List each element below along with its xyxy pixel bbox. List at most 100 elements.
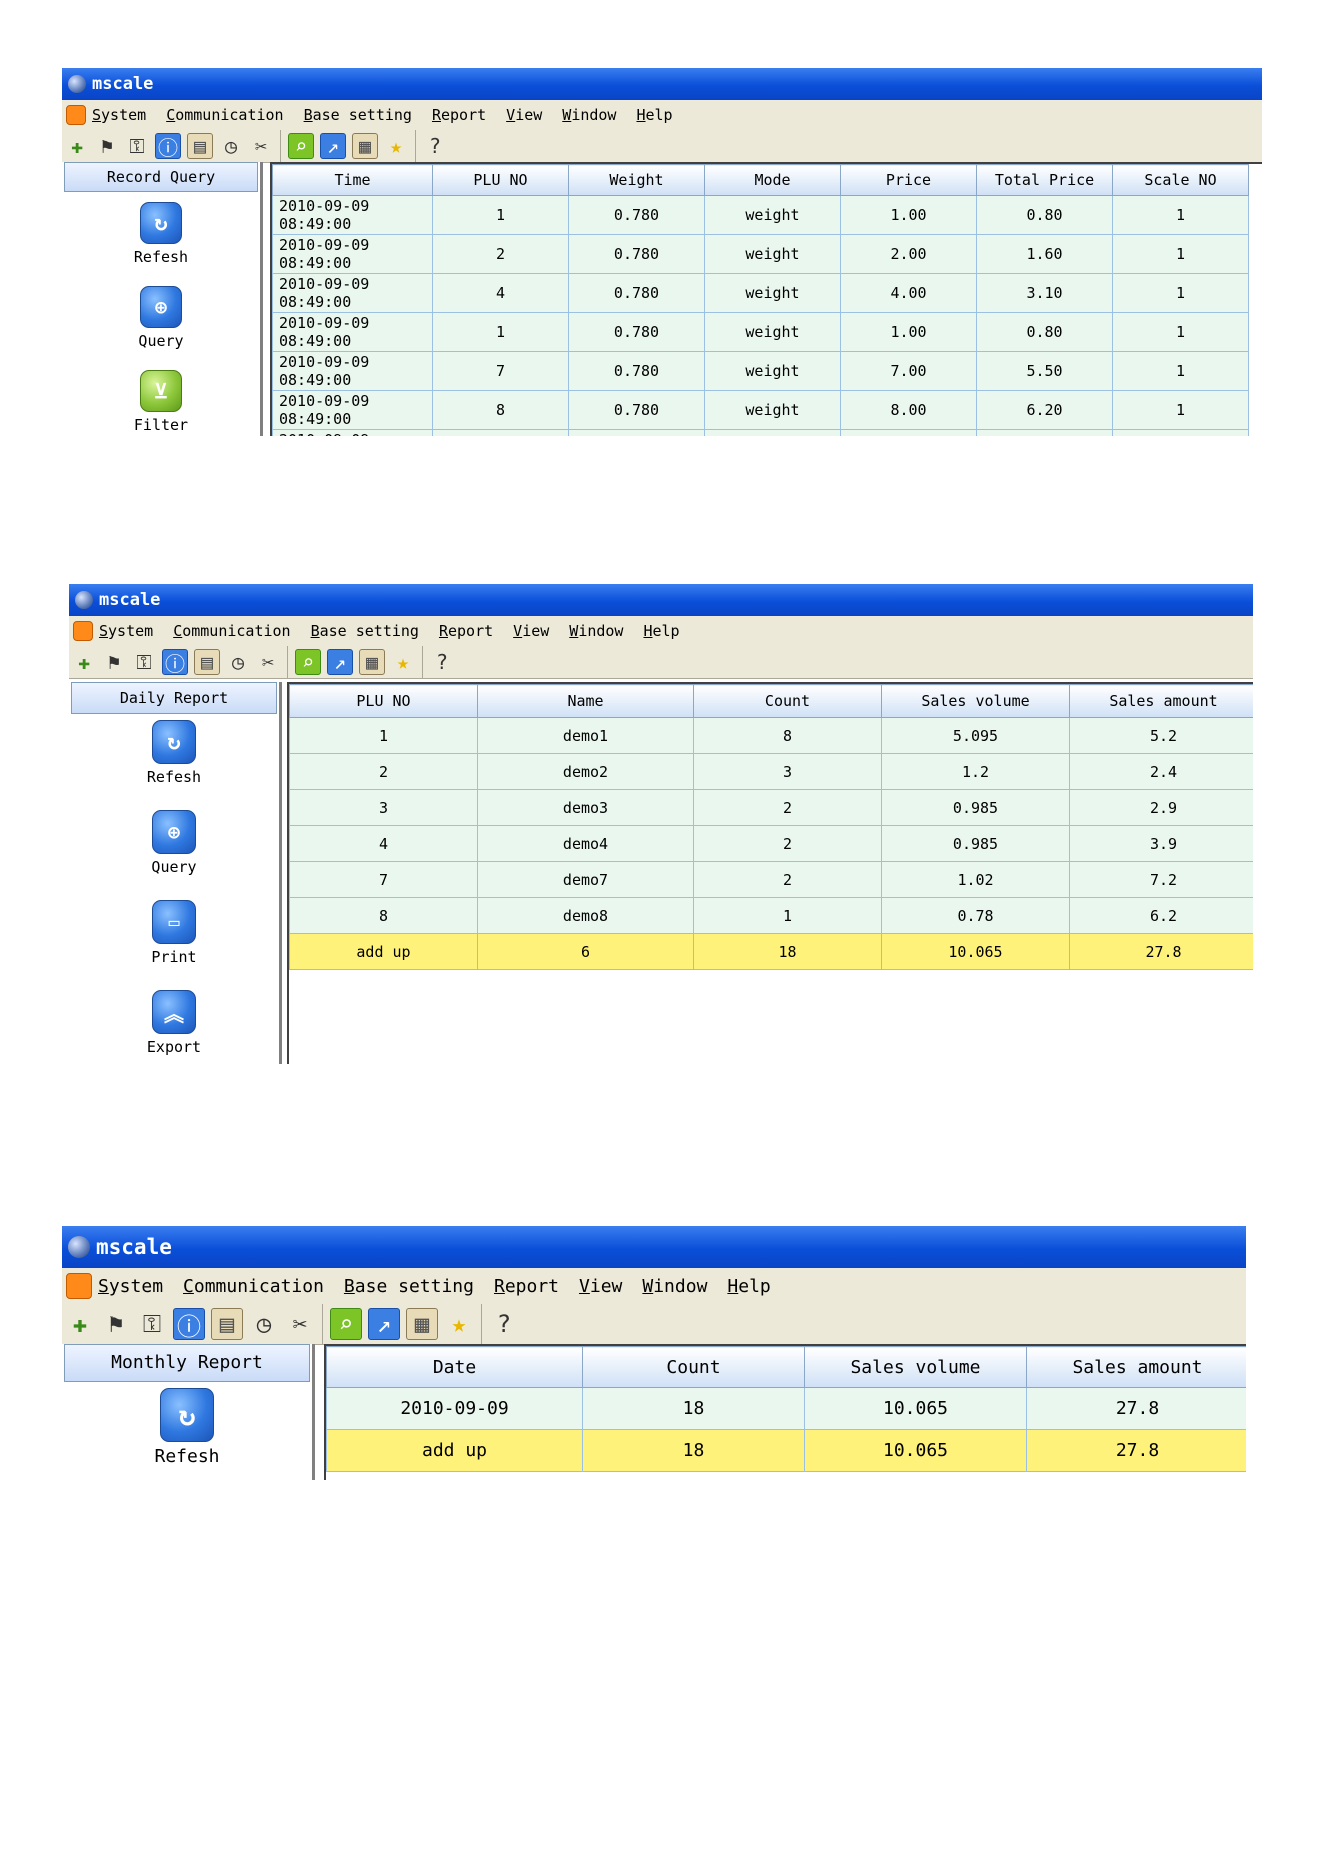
menu-view[interactable]: View xyxy=(579,1276,622,1297)
table-row[interactable]: 3 demo3 2 0.985 2.9 xyxy=(289,789,1253,826)
refresh-button[interactable]: ↻ Refesh xyxy=(62,202,260,266)
key-icon[interactable]: ⚿ xyxy=(137,1309,167,1339)
menu-system[interactable]: System xyxy=(99,622,153,640)
help-icon[interactable]: ? xyxy=(423,134,447,158)
star-icon[interactable]: ★ xyxy=(384,134,408,158)
document-icon[interactable]: ▤ xyxy=(211,1308,243,1340)
menu-report[interactable]: Report xyxy=(432,106,486,124)
column-header[interactable]: Count xyxy=(693,684,882,718)
star-icon[interactable]: ★ xyxy=(391,650,415,674)
add-icon[interactable]: ✚ xyxy=(65,134,89,158)
column-header[interactable]: Count xyxy=(582,1346,805,1388)
refresh-button[interactable]: ↻ Refesh xyxy=(62,1388,312,1467)
total-row[interactable]: add up 6 18 10.065 27.8 xyxy=(289,933,1253,970)
document-icon[interactable]: ▤ xyxy=(187,133,213,159)
app-menu-icon[interactable] xyxy=(73,621,93,641)
flag-icon[interactable]: ⚑ xyxy=(95,134,119,158)
app-menu-icon[interactable] xyxy=(66,1273,92,1299)
info-icon[interactable]: ⓘ xyxy=(162,649,188,676)
report-icon[interactable]: ▦ xyxy=(406,1308,438,1340)
menu-view[interactable]: View xyxy=(506,106,542,124)
table-row[interactable]: 2010-09-09 08:49:00 7 0.780 weight 7.00 5.50 1 xyxy=(272,351,1249,391)
menu-report[interactable]: Report xyxy=(439,622,493,640)
menu-window[interactable]: Window xyxy=(569,622,623,640)
column-header[interactable]: Sales volume xyxy=(804,1346,1027,1388)
report-icon[interactable]: ▦ xyxy=(359,649,385,675)
print-button[interactable]: ▭ Print xyxy=(69,900,279,966)
column-header[interactable]: Sales amount xyxy=(1026,1346,1246,1388)
column-header[interactable]: Sales amount xyxy=(1069,684,1253,718)
query-button[interactable]: ⊕ Query xyxy=(62,286,260,350)
document-icon[interactable]: ▤ xyxy=(194,649,220,675)
chart-icon[interactable]: ↗ xyxy=(320,133,346,159)
menu-communication[interactable]: Communication xyxy=(166,106,283,124)
menu-window[interactable]: Window xyxy=(642,1276,707,1297)
flag-icon[interactable]: ⚑ xyxy=(101,1309,131,1339)
column-header[interactable]: Date xyxy=(326,1346,583,1388)
column-header[interactable]: Time xyxy=(272,164,433,196)
menu-communication[interactable]: Communication xyxy=(183,1276,324,1297)
table-row[interactable]: 2010-09-09 08:49:00 2 0.780 weight 2.00 1.60 1 xyxy=(272,234,1249,274)
timer-icon[interactable]: ◷ xyxy=(226,650,250,674)
table-row[interactable]: 1 demo1 8 5.095 5.2 xyxy=(289,717,1253,754)
menu-system[interactable]: System xyxy=(98,1276,163,1297)
total-row[interactable]: add up 18 10.065 27.8 xyxy=(326,1429,1246,1472)
menu-help[interactable]: Help xyxy=(636,106,672,124)
menu-view[interactable]: View xyxy=(513,622,549,640)
app-menu-icon[interactable] xyxy=(66,105,86,125)
table-row[interactable]: 2010-09-09 08:49:00 4 0.780 weight 4.00 3.10 1 xyxy=(272,273,1249,313)
menu-communication[interactable]: Communication xyxy=(173,622,290,640)
tools-icon[interactable]: ✂ xyxy=(249,134,273,158)
column-header[interactable]: Scale NO xyxy=(1112,164,1249,196)
menu-base-setting[interactable]: Base setting xyxy=(311,622,419,640)
refresh-button[interactable]: ↻ Refesh xyxy=(69,720,279,786)
add-icon[interactable]: ✚ xyxy=(72,650,96,674)
query-button[interactable]: ⊕ Query xyxy=(69,810,279,876)
chart-icon[interactable]: ↗ xyxy=(327,649,353,675)
menu-system[interactable]: System xyxy=(92,106,146,124)
add-icon[interactable]: ✚ xyxy=(65,1309,95,1339)
info-icon[interactable]: ⓘ xyxy=(173,1308,205,1341)
search-icon[interactable]: ⌕ xyxy=(330,1308,362,1340)
column-header[interactable]: Weight xyxy=(568,164,705,196)
table-row[interactable]: 8 demo8 1 0.78 6.2 xyxy=(289,897,1253,934)
table-row[interactable]: 2 demo2 3 1.2 2.4 xyxy=(289,753,1253,790)
column-header[interactable]: PLU NO xyxy=(289,684,478,718)
help-icon[interactable]: ? xyxy=(489,1309,519,1339)
column-header[interactable]: Total Price xyxy=(976,164,1113,196)
table-row[interactable]: 2010-09-09 18 10.065 27.8 xyxy=(326,1387,1246,1430)
menu-help[interactable]: Help xyxy=(643,622,679,640)
tools-icon[interactable]: ✂ xyxy=(256,650,280,674)
table-row[interactable]: 7 demo7 2 1.02 7.2 xyxy=(289,861,1253,898)
export-button[interactable]: ︽ Export xyxy=(69,990,279,1056)
column-header[interactable]: Sales volume xyxy=(881,684,1070,718)
column-header[interactable]: Name xyxy=(477,684,694,718)
search-icon[interactable]: ⌕ xyxy=(295,649,321,675)
key-icon[interactable]: ⚿ xyxy=(132,650,156,674)
table-row[interactable]: 2010-09-09 08:49:0010.780weight1.000.801 xyxy=(272,195,1249,235)
menu-base-setting[interactable]: Base setting xyxy=(344,1276,474,1297)
column-header[interactable]: Mode xyxy=(704,164,841,196)
key-icon[interactable]: ⚿ xyxy=(125,134,149,158)
help-icon[interactable]: ? xyxy=(430,650,454,674)
star-icon[interactable]: ★ xyxy=(444,1309,474,1339)
timer-icon[interactable]: ◷ xyxy=(219,134,243,158)
column-header[interactable]: Price xyxy=(840,164,977,196)
timer-icon[interactable]: ◷ xyxy=(249,1309,279,1339)
tools-icon[interactable]: ✂ xyxy=(285,1309,315,1339)
table-row[interactable]: 2010-09-09 08:49:0010.780weight1.000.801 xyxy=(272,429,1249,436)
table-row[interactable]: 2010-09-09 08:49:0010.780weight1.000.801 xyxy=(272,312,1249,352)
column-header[interactable]: PLU NO xyxy=(432,164,569,196)
table-row[interactable]: 4 demo4 2 0.985 3.9 xyxy=(289,825,1253,862)
filter-button[interactable]: ⊻ Filter xyxy=(62,370,260,434)
menu-window[interactable]: Window xyxy=(562,106,616,124)
menu-help[interactable]: Help xyxy=(727,1276,770,1297)
report-icon[interactable]: ▦ xyxy=(352,133,378,159)
search-icon[interactable]: ⌕ xyxy=(288,133,314,159)
info-icon[interactable]: ⓘ xyxy=(155,133,181,160)
flag-icon[interactable]: ⚑ xyxy=(102,650,126,674)
chart-icon[interactable]: ↗ xyxy=(368,1308,400,1340)
menu-report[interactable]: Report xyxy=(494,1276,559,1297)
table-row[interactable]: 2010-09-09 08:49:00 8 0.780 weight 8.00 6.20 1 xyxy=(272,390,1249,430)
menu-base-setting[interactable]: Base setting xyxy=(304,106,412,124)
